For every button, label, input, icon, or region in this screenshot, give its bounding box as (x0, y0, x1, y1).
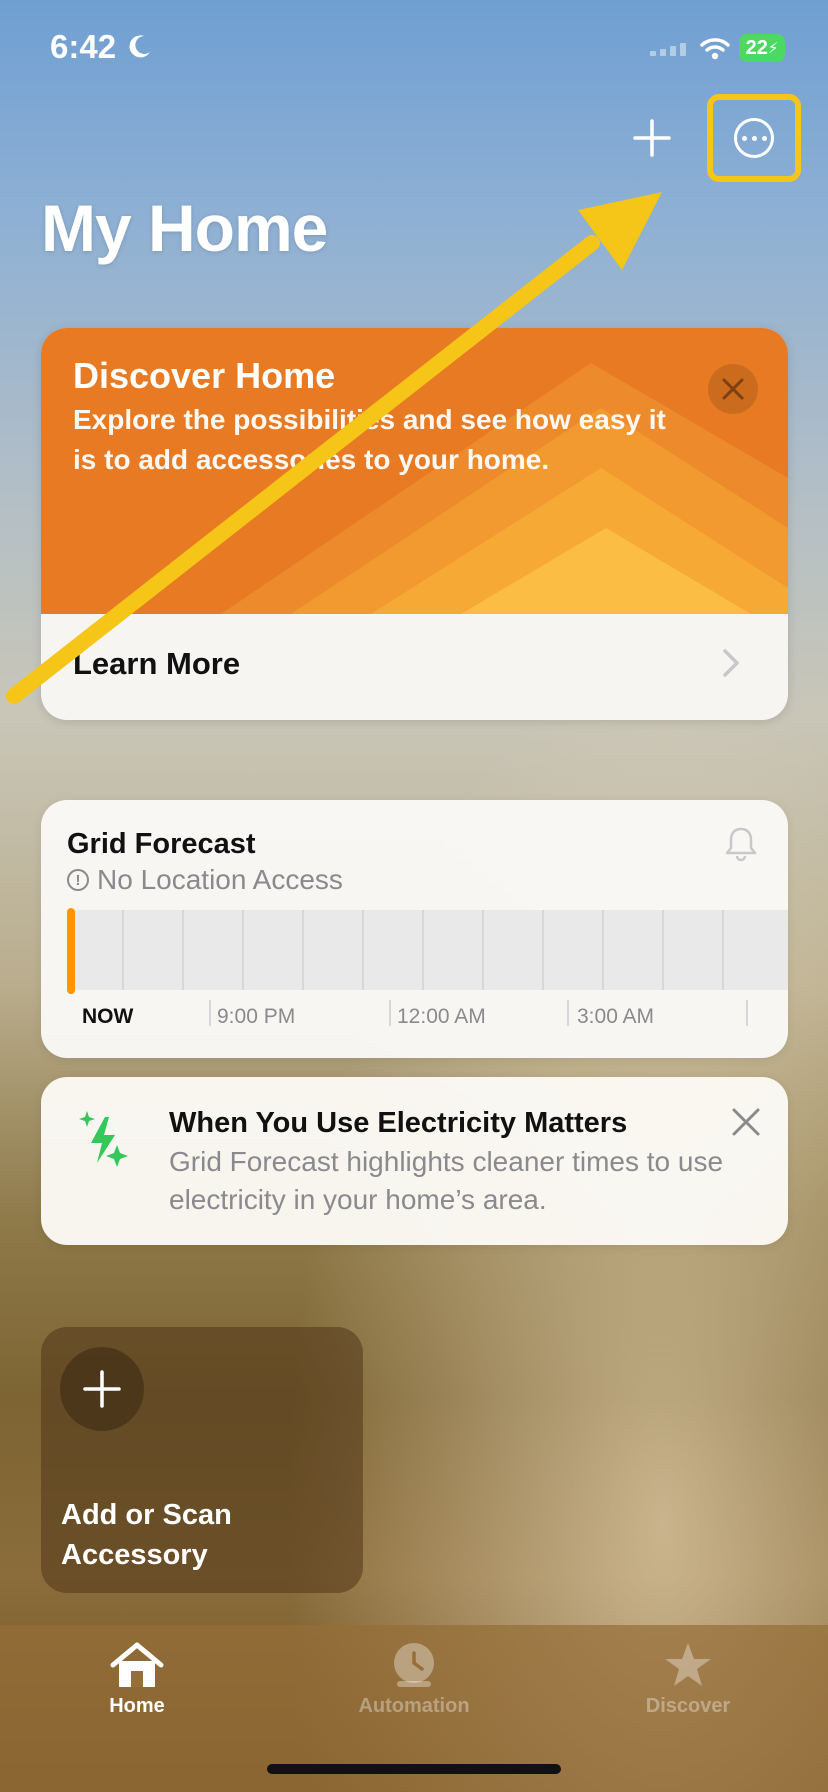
grid-forecast-card[interactable]: Grid Forecast ! No Location Access NOW 9… (41, 800, 788, 1058)
timeline-label: 12:00 AM (397, 1005, 486, 1028)
tab-automation-label: Automation (358, 1695, 470, 1717)
add-accessory-tile[interactable]: Add or Scan Accessory (41, 1327, 363, 1593)
dismiss-discover-button[interactable] (708, 364, 758, 414)
wifi-icon (700, 38, 730, 60)
more-options-button[interactable] (707, 94, 801, 182)
add-button[interactable] (632, 118, 672, 158)
close-icon[interactable] (731, 1107, 761, 1137)
electricity-tip-title: When You Use Electricity Matters (169, 1107, 628, 1139)
electricity-tip-card[interactable]: When You Use Electricity Matters Grid Fo… (41, 1077, 788, 1245)
chevron-right-icon (723, 649, 739, 677)
tab-discover-label: Discover (645, 1695, 731, 1717)
grid-forecast-title: Grid Forecast (67, 828, 256, 860)
star-icon (665, 1643, 711, 1686)
timeline-label-now: NOW (82, 1005, 134, 1028)
location-status-text: No Location Access (97, 864, 343, 895)
forecast-timeline (67, 910, 788, 990)
battery-level: 22 (745, 36, 768, 59)
bell-icon[interactable] (724, 826, 758, 862)
page-title: My Home (41, 191, 328, 265)
house-icon (110, 1642, 164, 1687)
sparkle-bolt-icon (79, 1111, 128, 1167)
ellipsis-icon (734, 118, 774, 158)
battery-indicator: 22 ⚡ (739, 34, 785, 62)
status-time: 6:42 (50, 28, 117, 65)
alert-circle-icon: ! (67, 869, 89, 891)
discover-title: Discover Home (73, 355, 336, 396)
add-accessory-label: Add or Scan Accessory (61, 1499, 232, 1571)
plus-icon (83, 1370, 121, 1408)
timeline-label: 3:00 AM (577, 1005, 655, 1028)
clock-icon (394, 1643, 434, 1687)
tab-home-label: Home (109, 1695, 165, 1717)
discover-home-card[interactable]: Discover Home Explore the possibilities … (41, 328, 788, 720)
discover-body: Explore the possibilities and see how ea… (73, 404, 666, 475)
timeline-label: 9:00 PM (217, 1005, 296, 1028)
now-marker (67, 908, 75, 994)
learn-more-link[interactable]: Learn More (73, 646, 240, 682)
close-icon (722, 378, 744, 400)
cellular-signal-icon (650, 43, 686, 56)
home-indicator (267, 1764, 561, 1774)
electricity-tip-body: Grid Forecast highlights cleaner times t… (169, 1146, 724, 1215)
moon-icon (129, 35, 150, 58)
location-status: ! No Location Access (67, 864, 343, 896)
tab-home[interactable]: Home (37, 1641, 237, 1718)
tab-discover[interactable]: Discover (588, 1641, 788, 1718)
add-accessory-button[interactable] (60, 1347, 144, 1431)
tab-automation[interactable]: Automation (314, 1641, 514, 1718)
